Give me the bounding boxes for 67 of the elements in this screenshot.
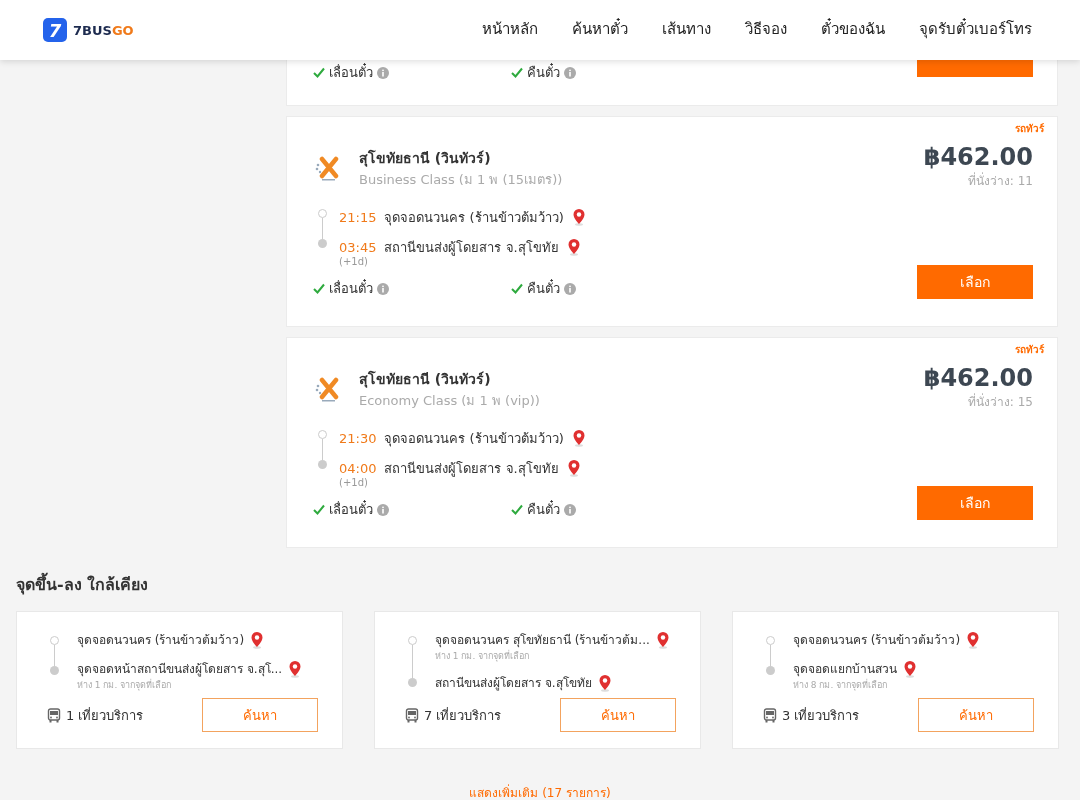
map-pin-icon <box>966 630 981 649</box>
stop-name: จุดจอดนวนคร สุโขทัยธานี (ร้านข้าวต้ม... <box>435 632 650 649</box>
map-pin-icon <box>250 630 265 649</box>
bus-icon <box>763 707 777 723</box>
info-icon[interactable] <box>377 66 389 79</box>
map-pin-icon <box>566 459 581 477</box>
feature-label: เลื่อนตั๋ว <box>329 278 373 298</box>
stop-name: จุดจอดหน้าสถานีขนส่งผู้โดยสาร จ.สุโ... <box>77 661 283 678</box>
bus-class: Business Class (ม 1 พ (15เมตร)) <box>359 171 563 189</box>
trip-count: 7 เที่ยวบริการ <box>424 706 502 725</box>
bus-icon <box>47 707 61 723</box>
map-pin-icon <box>566 238 581 256</box>
nav-link[interactable]: หน้าหลัก <box>482 13 538 47</box>
nav-link[interactable]: ค้นหาตั๋ว <box>572 13 628 47</box>
operator-name: สุโขทัยธานี (วินทัวร์) <box>359 148 492 169</box>
operator-name: สุโขทัยธานี (วินทัวร์) <box>359 369 492 390</box>
stop-name: จุดจอดนวนคร (ร้านข้าวต้มว้าว) <box>77 632 245 649</box>
day-offset: (+1d) <box>339 477 369 488</box>
map-pin-icon <box>597 673 612 692</box>
stop-name: สถานีขนส่งผู้โดยสาร จ.สุโขทัย <box>435 675 592 692</box>
nav-link[interactable]: ตั๋วของฉัน <box>821 13 885 47</box>
seats-available: ที่นั่งว่าง: 15 <box>967 392 1033 411</box>
price: ฿462.00 <box>923 364 1033 392</box>
nav-link[interactable]: จุดรับตั๋วเบอร์โทร <box>919 13 1032 47</box>
stop-name: จุดจอดนวนคร (ร้านข้าวต้มว้าว) <box>793 632 961 649</box>
map-pin-icon <box>903 659 917 678</box>
info-icon[interactable] <box>377 282 389 295</box>
stop-distance: ห่าง 1 กม. จากจุดที่เลือก <box>435 649 531 663</box>
feature-label: เลื่อนตั๋ว <box>329 62 373 82</box>
stop-distance: ห่าง 8 กม. จากจุดที่เลือก <box>793 678 889 692</box>
seats-available: ที่นั่งว่าง: 11 <box>967 171 1033 190</box>
price: ฿462.00 <box>923 143 1033 171</box>
map-pin-icon <box>571 429 586 447</box>
bus-type-label: รถทัวร์ <box>1015 343 1044 357</box>
stop-distance: ห่าง 1 กม. จากจุดที่เลือก <box>77 678 173 692</box>
stop-place: สถานีขนส่งผู้โดยสาร จ.สุโขทัย <box>384 459 559 479</box>
stop-place: จุดจอดนวนคร (ร้านข้าวต้มว้าว) <box>384 208 564 228</box>
stop-name: จุดจอดแยกบ้านสวน <box>793 661 897 678</box>
logo-name[interactable]: 7BUSGO <box>73 22 134 38</box>
map-pin-icon <box>571 208 586 226</box>
stop-place: จุดจอดนวนคร (ร้านข้าวต้มว้าว) <box>384 429 564 449</box>
feature-label: คืนตั๋ว <box>527 62 560 82</box>
trip-count: 1 เที่ยวบริการ <box>66 706 144 725</box>
map-pin-icon <box>655 630 670 649</box>
info-icon[interactable] <box>564 282 576 295</box>
bus-class: Economy Class (ม 1 พ (vip)) <box>359 392 540 410</box>
info-icon[interactable] <box>564 503 576 516</box>
section-title: จุดขึ้น-ลง ใกล้เคียง <box>16 572 1064 597</box>
map-pin-icon <box>288 659 303 678</box>
stop-place: สถานีขนส่งผู้โดยสาร จ.สุโขทัย <box>384 238 559 258</box>
info-icon[interactable] <box>377 503 389 516</box>
feature-label: คืนตั๋ว <box>527 278 560 298</box>
feature-label: เลื่อนตั๋ว <box>329 499 373 519</box>
feature-label: คืนตั๋ว <box>527 499 560 519</box>
trip-count: 3 เที่ยวบริการ <box>782 706 860 725</box>
bus-type-label: รถทัวร์ <box>1015 122 1044 136</box>
bus-icon <box>405 707 419 723</box>
nav-link[interactable]: เส้นทาง <box>662 13 711 47</box>
stop-time: 04:00 <box>339 460 377 476</box>
nav-link[interactable]: วิธีจอง <box>745 13 787 47</box>
stop-time: 03:45 <box>339 239 377 255</box>
stop-time: 21:30 <box>339 430 377 446</box>
stop-time: 21:15 <box>339 209 377 225</box>
info-icon[interactable] <box>564 66 576 79</box>
logo-mark[interactable]: 7 <box>43 18 67 42</box>
day-offset: (+1d) <box>339 256 369 267</box>
select-button[interactable] <box>917 60 1033 77</box>
